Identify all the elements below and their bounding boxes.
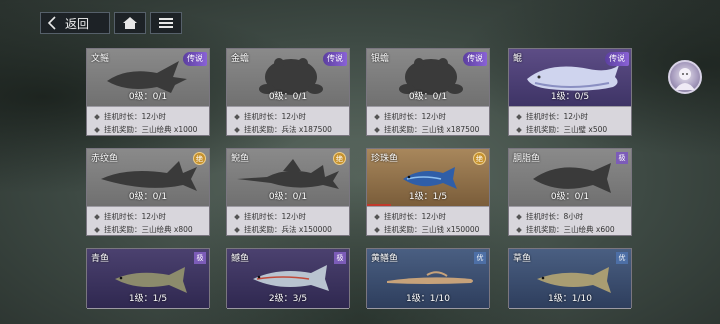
list-icon: [159, 18, 173, 28]
fish-name: 黄鳝鱼: [371, 254, 399, 264]
fish-name: 赤纹鱼: [91, 154, 119, 164]
fish-name: 珍珠鱼: [371, 154, 399, 164]
fish-level: 1级：1/10: [406, 294, 450, 304]
fish-level: 1级：1/5: [408, 192, 448, 202]
legend-badge: 传说: [605, 52, 629, 66]
fish-card[interactable]: 鲲 传说 1级：0/5 挂机时长： 12小时 挂机奖励： 三山璧 x500: [508, 48, 632, 136]
rarity-badge: 极: [194, 252, 206, 264]
fish-level: 0级：0/1: [128, 192, 168, 202]
duration: 12小时: [141, 112, 167, 121]
fish-card[interactable]: 鳡鱼 极 2级：3/5: [226, 248, 350, 309]
back-label: 返回: [65, 16, 90, 31]
duration: 12小时: [421, 212, 447, 221]
fish-card[interactable]: 胴脂鱼 极 0级：0/1 挂机时长： 8小时 挂机奖励： 三山绘典 x600: [508, 148, 632, 236]
reward: 三山绘典 x800: [141, 225, 193, 234]
fish-card[interactable]: 青鱼 极 1级：1/5: [86, 248, 210, 309]
reward: 三山钱 x150000: [421, 225, 480, 234]
fish-level: 0级：0/1: [268, 92, 308, 102]
fish-level: 1级：1/5: [128, 294, 168, 304]
rarity-badge: 绝: [193, 152, 206, 165]
character-avatar-button[interactable]: [668, 60, 702, 94]
duration: 12小时: [563, 112, 589, 121]
fish-level: 0级：0/1: [408, 92, 448, 102]
rarity-badge: 优: [616, 252, 628, 264]
duration: 12小时: [281, 212, 307, 221]
level-progress-bar: [367, 204, 392, 206]
reward: 兵法 x187500: [281, 125, 332, 134]
home-icon: [123, 17, 137, 29]
fish-level: 0级：0/1: [550, 192, 590, 202]
legend-badge: 传说: [183, 52, 207, 66]
back-arrow-icon: [47, 16, 56, 30]
fish-card[interactable]: 草鱼 优 1级：1/10: [508, 248, 632, 309]
reward: 三山璧 x500: [563, 125, 608, 134]
avatar-icon: [675, 68, 695, 90]
rarity-badge: 极: [616, 152, 628, 164]
fish-level: 1级：0/5: [550, 92, 590, 102]
fish-card[interactable]: 银蟾 传说 0级：0/1 挂机时长： 12小时 挂机奖励： 三山钱 x187500: [366, 48, 490, 136]
fish-name: 银蟾: [371, 54, 390, 64]
list-button[interactable]: [150, 12, 182, 34]
fish-card[interactable]: 赤纹鱼 绝 0级：0/1 挂机时长： 12小时 挂机奖励： 三山绘典 x800: [86, 148, 210, 236]
reward: 兵法 x150000: [281, 225, 332, 234]
fish-name: 鲲: [513, 54, 523, 64]
reward: 三山绘典 x600: [563, 225, 615, 234]
back-button[interactable]: 返回: [40, 12, 110, 34]
legend-badge: 传说: [323, 52, 347, 66]
duration: 12小时: [141, 212, 167, 221]
duration: 12小时: [281, 112, 307, 121]
fish-level: 1级：1/10: [548, 294, 592, 304]
top-bar: 返回: [40, 12, 182, 34]
fish-name: 鳡鱼: [231, 254, 250, 264]
fish-card[interactable]: 珍珠鱼 绝 1级：1/5 挂机时长： 12小时 挂机奖励： 三山钱 x150000: [366, 148, 490, 236]
fish-level: 2级：3/5: [268, 294, 308, 304]
rarity-badge: 极: [334, 252, 346, 264]
fish-card[interactable]: 金蟾 传说 0级：0/1 挂机时长： 12小时 挂机奖励： 兵法 x187500: [226, 48, 350, 136]
fish-name: 鲵鱼: [231, 154, 250, 164]
fish-level: 0级：0/1: [268, 192, 308, 202]
fish-name: 草鱼: [513, 254, 532, 264]
fish-level: 0级：0/1: [128, 92, 168, 102]
reward: 三山钱 x187500: [421, 125, 480, 134]
fish-name: 胴脂鱼: [513, 154, 541, 164]
fish-card[interactable]: 黄鳝鱼 优 1级：1/10: [366, 248, 490, 309]
reward: 三山绘典 x1000: [141, 125, 198, 134]
fish-card[interactable]: 文鳐 传说 0级：0/1 挂机时长： 12小时 挂机奖励： 三山绘典 x1000: [86, 48, 210, 136]
fish-name: 青鱼: [91, 254, 110, 264]
legend-badge: 传说: [463, 52, 487, 66]
duration: 8小时: [563, 212, 584, 221]
duration: 12小时: [421, 112, 447, 121]
fish-name: 金蟾: [231, 54, 250, 64]
home-button[interactable]: [114, 12, 146, 34]
rarity-badge: 优: [474, 252, 486, 264]
rarity-badge: 绝: [473, 152, 486, 165]
fish-card[interactable]: 鲵鱼 绝 0级：0/1 挂机时长： 12小时 挂机奖励： 兵法 x150000: [226, 148, 350, 236]
rarity-badge: 绝: [333, 152, 346, 165]
fish-name: 文鳐: [91, 54, 110, 64]
